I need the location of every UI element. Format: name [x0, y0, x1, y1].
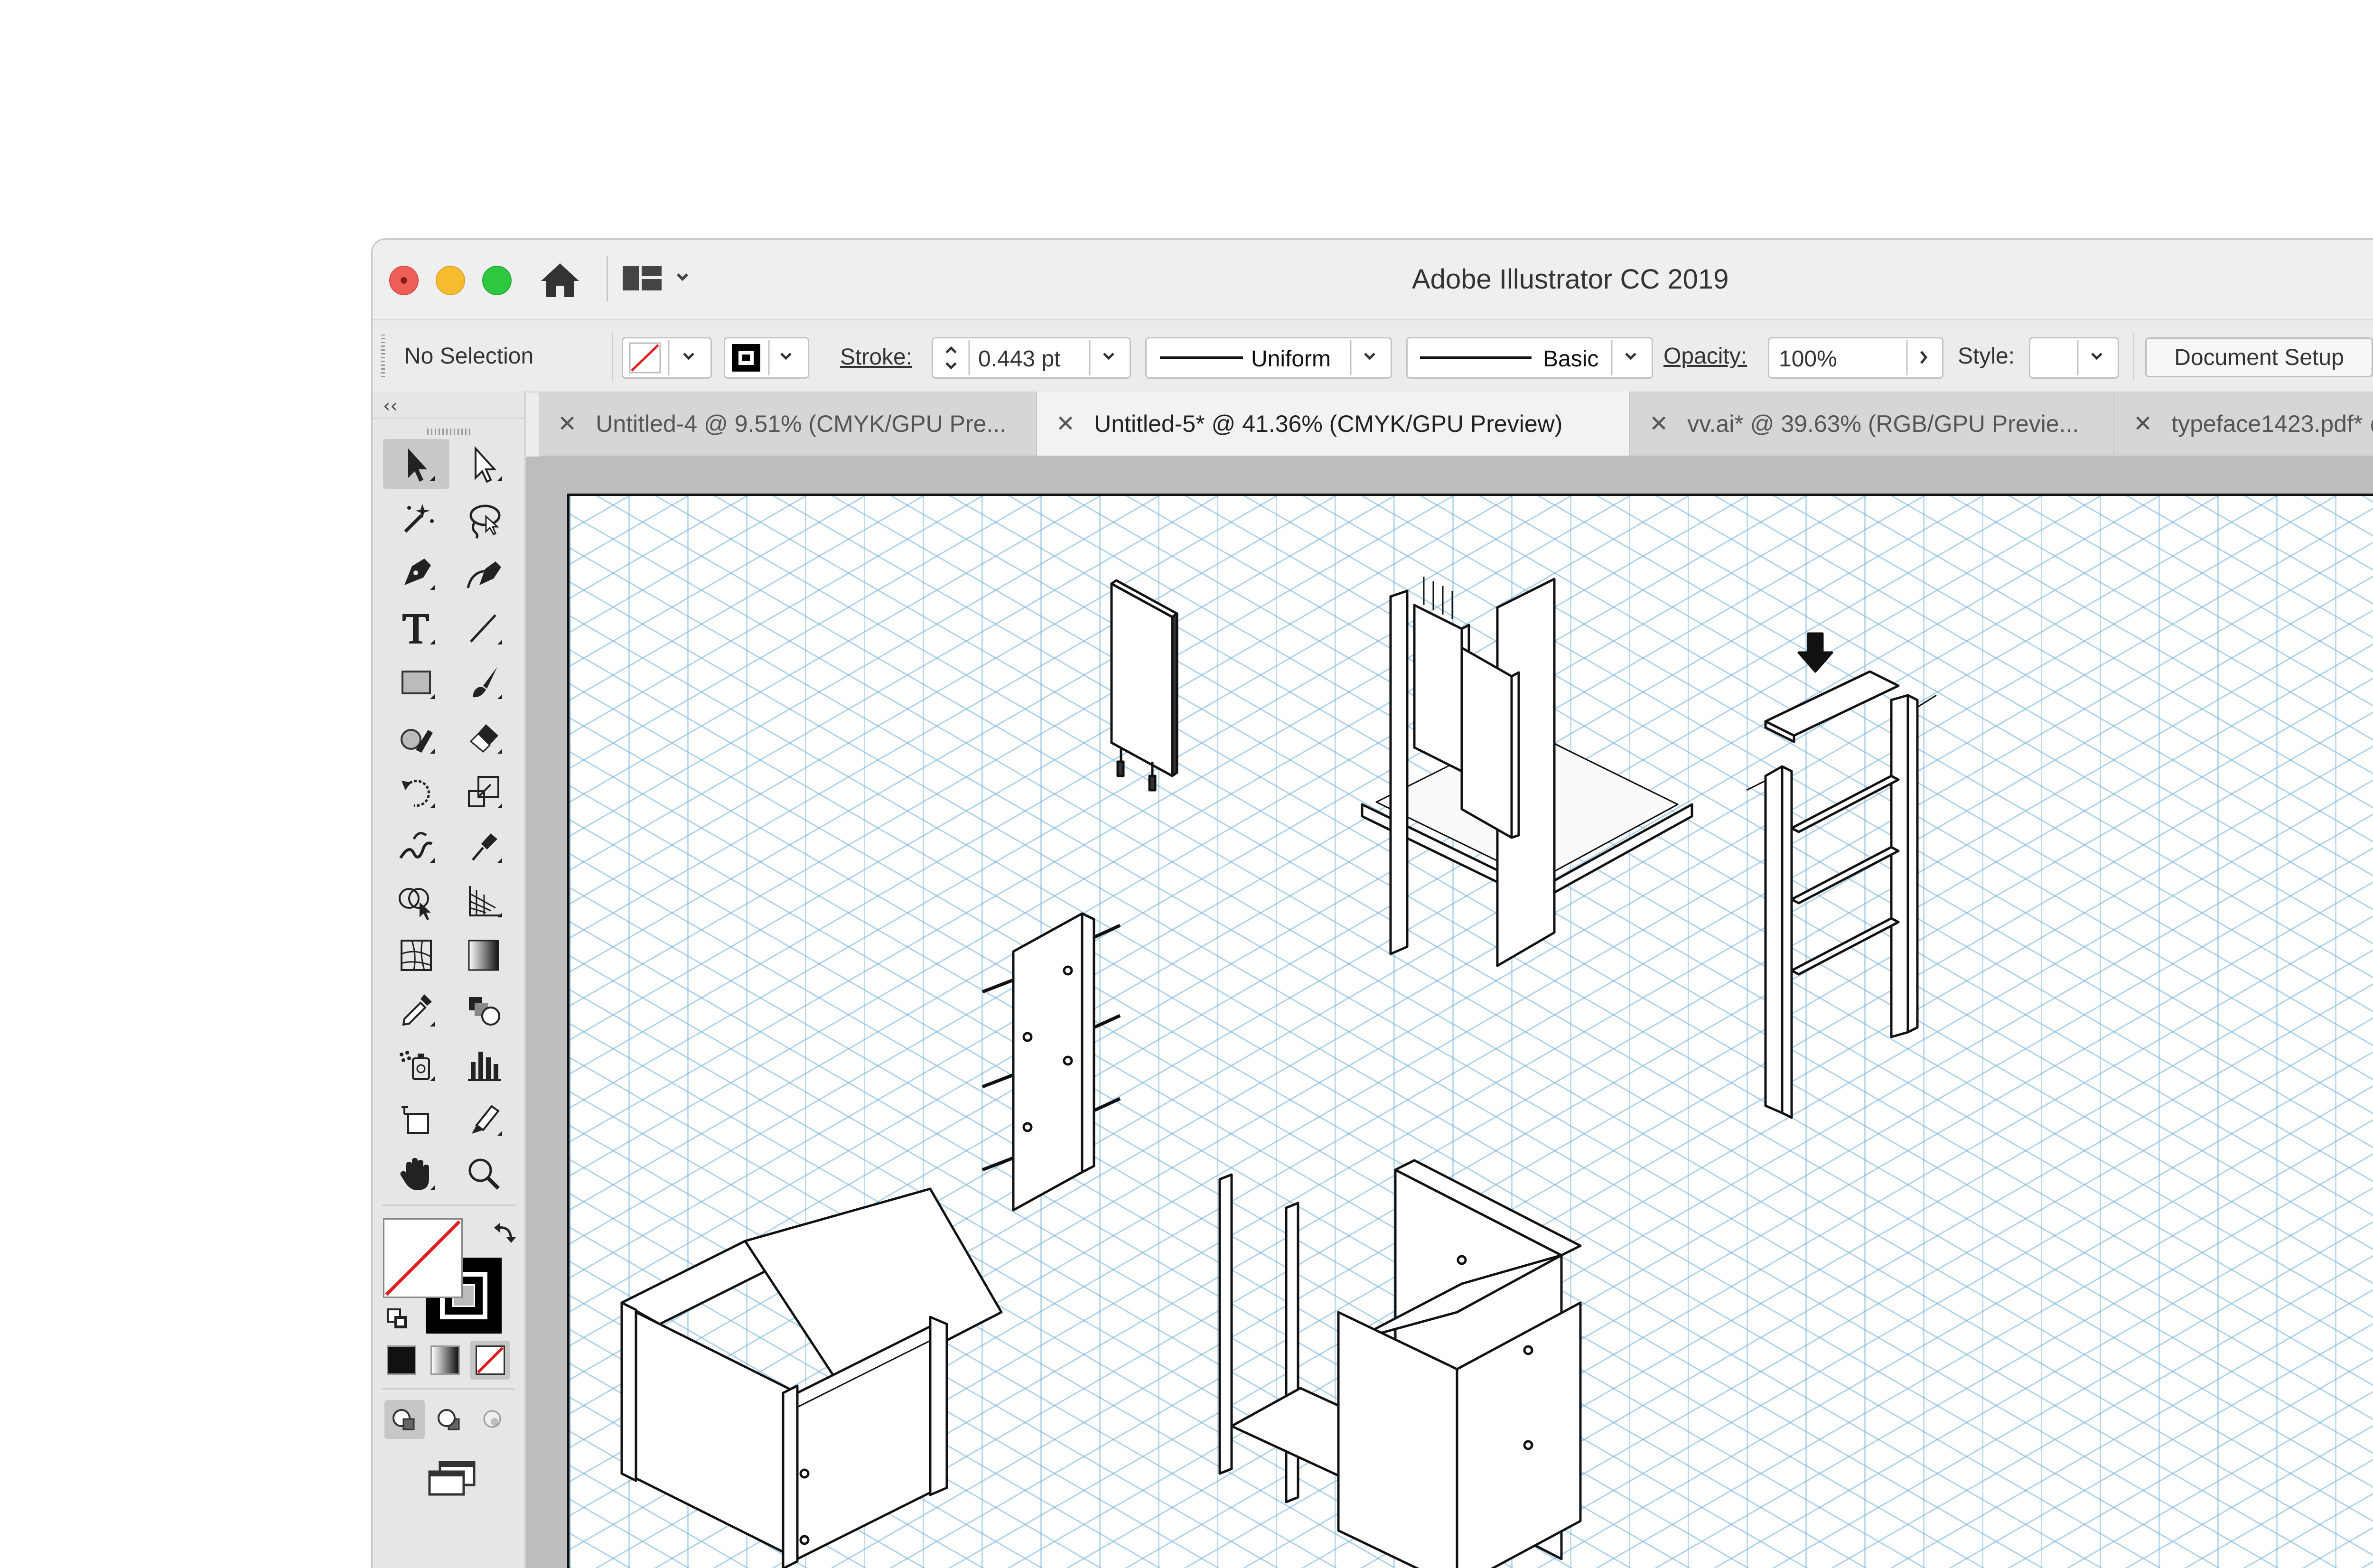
- profile-label: Uniform: [1251, 346, 1331, 372]
- brush-label: Basic: [1543, 346, 1599, 372]
- opacity-field[interactable]: 100%: [1768, 337, 1943, 379]
- scale-tool[interactable]: [450, 766, 517, 816]
- pen-tool[interactable]: [383, 548, 449, 598]
- direct-selection-tool[interactable]: [450, 439, 517, 489]
- tools-panel: ‹‹: [373, 392, 526, 1568]
- tab-label: Untitled-5* @ 41.36% (CMYK/GPU Preview): [1094, 410, 1563, 437]
- warp-tool[interactable]: [383, 821, 449, 871]
- close-tab-icon[interactable]: ✕: [1056, 411, 1075, 437]
- maximize-window-button[interactable]: [482, 266, 512, 295]
- stroke-weight-field[interactable]: 0.443 pt: [932, 337, 1131, 379]
- stroke-color-selector[interactable]: [724, 337, 809, 379]
- opacity-value[interactable]: 100%: [1779, 346, 1837, 372]
- drawer-box-part[interactable]: [620, 1187, 1003, 1568]
- artboard[interactable]: [567, 494, 2373, 1568]
- zoom-tool[interactable]: [450, 1148, 517, 1198]
- tab-label: Untitled-4 @ 9.51% (CMYK/GPU Pre...: [596, 410, 1007, 437]
- minimize-window-button[interactable]: [436, 266, 465, 295]
- draw-behind-button[interactable]: [430, 1400, 470, 1439]
- artboard-tool[interactable]: [383, 1094, 449, 1144]
- puppet-warp-tool[interactable]: [450, 821, 517, 871]
- fill-swatch[interactable]: [383, 1218, 463, 1298]
- cabinet-side-assembly-part[interactable]: [1361, 577, 1693, 967]
- magic-wand-tool[interactable]: [383, 494, 449, 543]
- gradient-mode-button[interactable]: [430, 1345, 460, 1375]
- title-bar: Adobe Illustrator CC 2019: [373, 240, 2373, 318]
- close-tab-icon[interactable]: ✕: [1649, 411, 1668, 437]
- draw-inside-button[interactable]: [472, 1400, 513, 1439]
- chevron-down-icon[interactable]: [1609, 338, 1652, 377]
- lasso-tool[interactable]: [450, 494, 517, 543]
- mesh-tool[interactable]: [383, 930, 449, 980]
- chevron-down-icon[interactable]: [2075, 338, 2118, 377]
- top-board-part[interactable]: [1764, 632, 1900, 743]
- gradient-tool[interactable]: [450, 930, 517, 980]
- document-tab-bar: ✕ Untitled-4 @ 9.51% (CMYK/GPU Pre... ✕ …: [539, 392, 2373, 457]
- hand-tool[interactable]: [383, 1148, 449, 1198]
- tab-label: vv.ai* @ 39.63% (RGB/GPU Previe...: [1687, 410, 2079, 437]
- shelf-frame-part[interactable]: [1746, 694, 1937, 1119]
- symbol-sprayer-tool[interactable]: [383, 1039, 449, 1089]
- door-panel-part[interactable]: [1110, 579, 1178, 792]
- color-mode-button[interactable]: [387, 1345, 416, 1375]
- style-label: Style:: [1958, 344, 2015, 369]
- graphic-style-selector[interactable]: [2029, 337, 2119, 379]
- tab-label: typeface1423.pdf* @: [2171, 410, 2373, 437]
- document-tab[interactable]: ✕ vv.ai* @ 39.63% (RGB/GPU Previe...: [1630, 392, 2114, 456]
- variable-width-profile[interactable]: Uniform: [1145, 337, 1392, 379]
- opacity-label[interactable]: Opacity:: [1663, 343, 1747, 369]
- shape-builder-tool[interactable]: [383, 876, 449, 925]
- chevron-down-icon[interactable]: [1087, 338, 1130, 377]
- rotate-tool[interactable]: [383, 766, 449, 816]
- chevron-right-icon[interactable]: [1904, 338, 1942, 377]
- close-window-button[interactable]: [389, 266, 419, 295]
- blend-tool[interactable]: [450, 985, 517, 1035]
- fill-color-selector[interactable]: [622, 337, 712, 379]
- shaper-tool[interactable]: [383, 712, 449, 762]
- eyedropper-tool[interactable]: [383, 985, 449, 1035]
- selection-tool[interactable]: [383, 439, 449, 489]
- default-fill-stroke-icon[interactable]: [386, 1307, 410, 1331]
- slice-tool[interactable]: [450, 1094, 517, 1144]
- stroke-weight-stepper[interactable]: [933, 338, 971, 377]
- tools-panel-grip[interactable]: [427, 429, 472, 435]
- control-bar: No Selection Stroke: 0.443 pt Uniform Ba…: [373, 319, 2373, 392]
- cabinet-frame-part[interactable]: [1218, 1159, 1582, 1568]
- brush-definition[interactable]: Basic: [1406, 337, 1653, 379]
- control-bar-grip[interactable]: [381, 335, 385, 377]
- document-setup-button[interactable]: Document Setup: [2145, 337, 2373, 377]
- none-mode-button[interactable]: [470, 1341, 510, 1380]
- swap-fill-stroke-icon[interactable]: [491, 1218, 520, 1247]
- rectangle-tool[interactable]: [383, 657, 449, 707]
- curvature-tool[interactable]: [450, 548, 517, 598]
- eraser-tool[interactable]: [450, 712, 517, 762]
- chevron-down-icon[interactable]: [1348, 338, 1391, 377]
- window-title: Adobe Illustrator CC 2019: [1412, 264, 1729, 295]
- column-graph-tool[interactable]: [450, 1039, 517, 1089]
- line-segment-tool[interactable]: [450, 603, 517, 653]
- draw-normal-button[interactable]: [384, 1400, 425, 1439]
- close-tab-icon[interactable]: ✕: [558, 411, 577, 437]
- isometric-furniture-drawing[interactable]: [570, 496, 2373, 1568]
- document-tab[interactable]: ✕ Untitled-4 @ 9.51% (CMYK/GPU Pre...: [539, 392, 1037, 456]
- side-panel-part[interactable]: [981, 912, 1121, 1212]
- selection-status: No Selection: [404, 344, 534, 369]
- stroke-weight-value[interactable]: 0.443 pt: [978, 346, 1060, 372]
- perspective-grid-tool[interactable]: [450, 876, 517, 925]
- paintbrush-tool[interactable]: [450, 657, 517, 707]
- workspace-switcher-icon[interactable]: [622, 261, 693, 294]
- stroke-label[interactable]: Stroke:: [840, 344, 912, 370]
- type-tool[interactable]: [383, 603, 449, 653]
- collapse-panel-icon[interactable]: ‹‹: [383, 395, 397, 416]
- close-tab-icon[interactable]: ✕: [2133, 411, 2152, 437]
- document-tab-active[interactable]: ✕ Untitled-5* @ 41.36% (CMYK/GPU Preview…: [1037, 392, 1630, 456]
- canvas-pasteboard[interactable]: [526, 457, 2373, 1568]
- home-icon[interactable]: [539, 261, 581, 299]
- document-tab[interactable]: ✕ typeface1423.pdf* @: [2114, 392, 2373, 456]
- screen-mode-icon[interactable]: [426, 1459, 478, 1497]
- illustrator-window: Adobe Illustrator CC 2019 No Selection S…: [371, 238, 2373, 1568]
